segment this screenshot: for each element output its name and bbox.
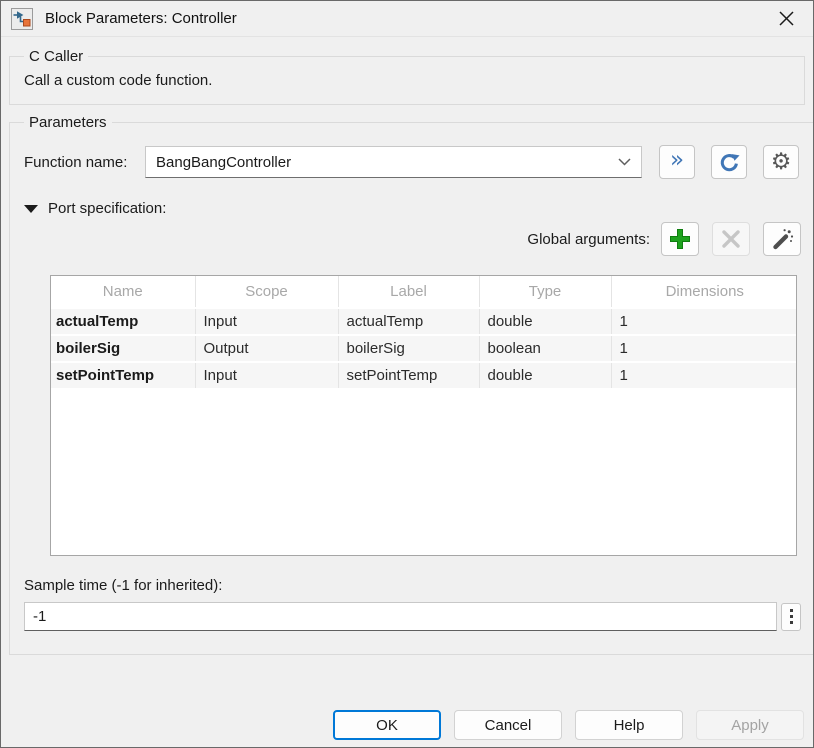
cell-dimensions[interactable]: 1: [611, 335, 797, 362]
kebab-dot: [790, 609, 793, 612]
cell-label[interactable]: boilerSig: [338, 335, 479, 362]
block-parameters-dialog: Block Parameters: Controller C Caller Ca…: [0, 0, 814, 748]
column-header-type: Type: [479, 276, 611, 308]
titlebar: Block Parameters: Controller: [1, 1, 813, 37]
delete-argument-button[interactable]: [712, 222, 750, 256]
parameters-group-title: Parameters: [24, 114, 112, 131]
kebab-dot: [790, 615, 793, 618]
block-description: Call a custom code function.: [24, 72, 790, 89]
double-chevron-icon: »: [670, 149, 684, 172]
cell-name[interactable]: setPointTemp: [51, 362, 195, 389]
help-button[interactable]: Help: [575, 710, 683, 740]
description-group-title: C Caller: [24, 48, 88, 65]
add-argument-button[interactable]: [661, 222, 699, 256]
ok-button[interactable]: OK: [333, 710, 441, 740]
column-header-label: Label: [338, 276, 479, 308]
function-name-row: Function name: BangBangController »: [24, 145, 801, 179]
description-group: C Caller Call a custom code function.: [9, 48, 805, 105]
port-specification-table[interactable]: Name Scope Label Type Dimensions actualT…: [50, 275, 797, 556]
close-icon: [778, 10, 795, 27]
chevron-down-icon: [618, 158, 631, 166]
magic-wand-icon: [770, 227, 794, 251]
kebab-dot: [790, 621, 793, 624]
refresh-button[interactable]: [711, 145, 747, 179]
settings-button[interactable]: ⚙: [763, 145, 799, 179]
cell-type[interactable]: double: [479, 308, 611, 335]
sample-time-menu-button[interactable]: [781, 603, 801, 631]
column-header-scope: Scope: [195, 276, 338, 308]
auto-fill-button[interactable]: [763, 222, 801, 256]
cell-dimensions[interactable]: 1: [611, 362, 797, 389]
dialog-footer: OK Cancel Help Apply: [1, 710, 813, 747]
window-title: Block Parameters: Controller: [45, 10, 237, 27]
cancel-button[interactable]: Cancel: [454, 710, 562, 740]
port-specification-label: Port specification:: [48, 200, 166, 217]
table-header-row: Name Scope Label Type Dimensions: [51, 276, 797, 308]
close-button[interactable]: [769, 4, 803, 34]
function-name-value: BangBangController: [156, 154, 618, 171]
gear-icon: ⚙: [771, 151, 792, 174]
collapse-triangle-icon: [24, 205, 38, 213]
function-name-combobox[interactable]: BangBangController: [145, 146, 642, 178]
cell-dimensions[interactable]: 1: [611, 308, 797, 335]
sample-time-row: [24, 602, 801, 631]
refresh-icon: [718, 151, 741, 174]
apply-button[interactable]: Apply: [696, 710, 804, 740]
cell-scope[interactable]: Input: [195, 308, 338, 335]
global-arguments-label: Global arguments:: [527, 231, 650, 248]
global-arguments-row: Global arguments:: [24, 222, 801, 256]
cell-scope[interactable]: Input: [195, 362, 338, 389]
function-name-label: Function name:: [24, 154, 145, 171]
plus-icon: [668, 227, 692, 251]
cell-type[interactable]: boolean: [479, 335, 611, 362]
cell-name[interactable]: actualTemp: [51, 308, 195, 335]
cell-label[interactable]: actualTemp: [338, 308, 479, 335]
table-row[interactable]: boilerSigOutputboilerSigboolean1: [51, 335, 797, 362]
parameters-group: Parameters Function name: BangBangContro…: [9, 114, 814, 655]
cell-name[interactable]: boilerSig: [51, 335, 195, 362]
sample-time-input[interactable]: [24, 602, 777, 631]
cell-scope[interactable]: Output: [195, 335, 338, 362]
delete-x-icon: [721, 229, 741, 249]
cell-type[interactable]: double: [479, 362, 611, 389]
port-table-body: actualTempInputactualTempdouble1boilerSi…: [51, 308, 797, 389]
port-specification-toggle[interactable]: Port specification:: [24, 200, 244, 217]
cell-label[interactable]: setPointTemp: [338, 362, 479, 389]
dialog-body: C Caller Call a custom code function. Pa…: [1, 37, 813, 710]
simulink-block-icon: [11, 8, 33, 30]
table-row[interactable]: setPointTempInputsetPointTempdouble1: [51, 362, 797, 389]
open-function-browser-button[interactable]: »: [659, 145, 695, 179]
table-row[interactable]: actualTempInputactualTempdouble1: [51, 308, 797, 335]
sample-time-label: Sample time (-1 for inherited):: [24, 577, 801, 594]
column-header-dimensions: Dimensions: [611, 276, 797, 308]
column-header-name: Name: [51, 276, 195, 308]
